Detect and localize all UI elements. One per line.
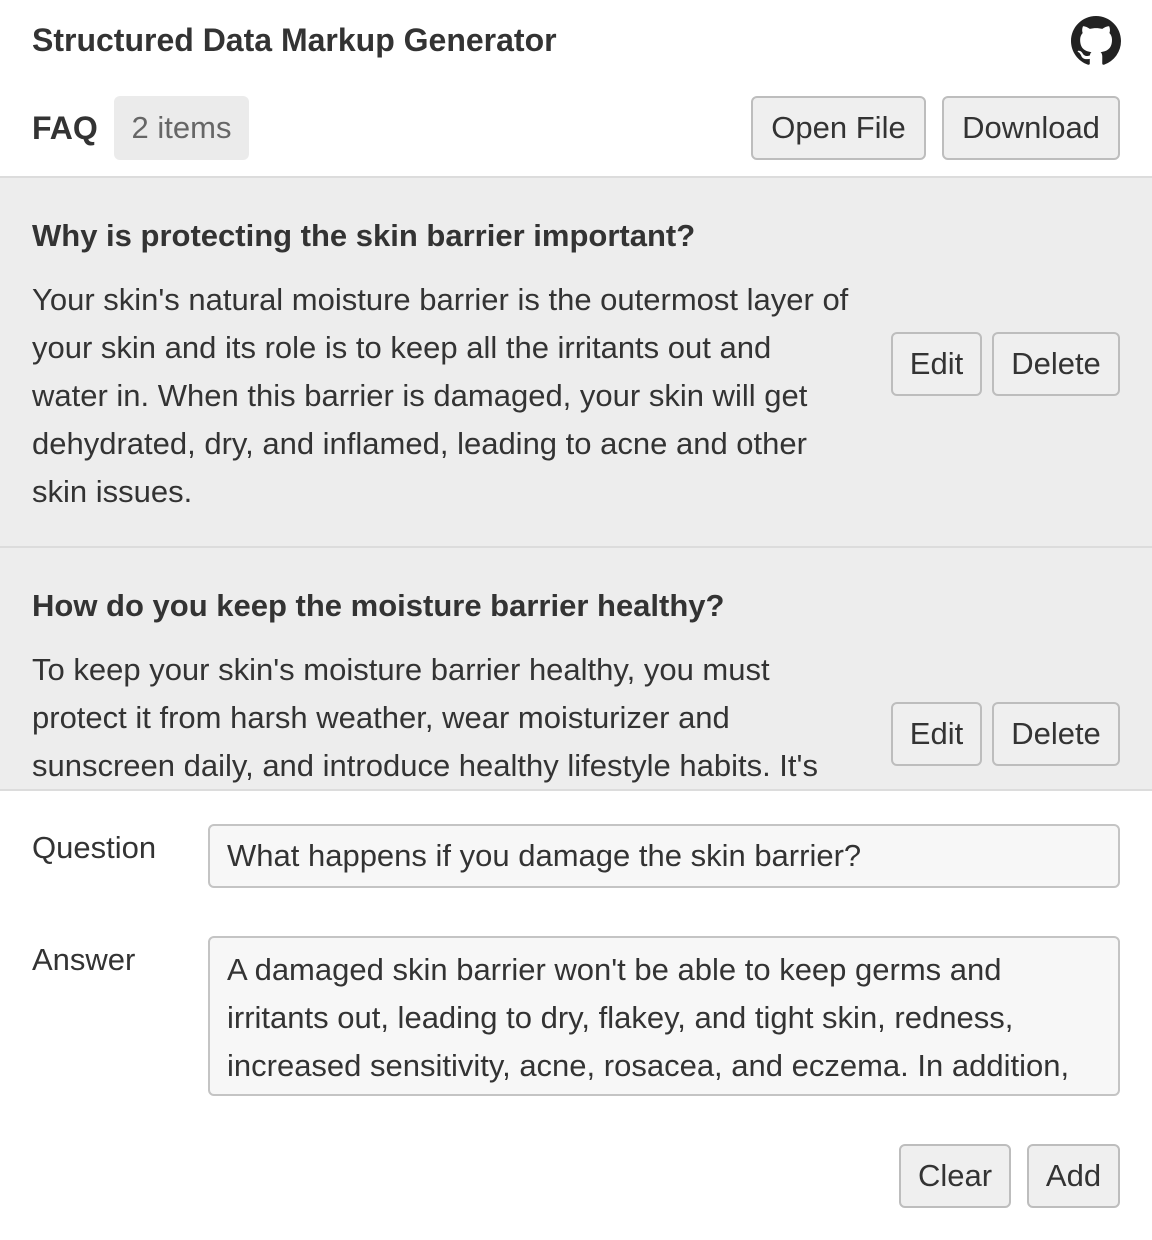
faq-question: Why is protecting the skin barrier impor… [32,218,696,253]
item-count-badge: 2 items [114,96,249,160]
question-label: Question [32,830,157,865]
download-button[interactable]: Download [942,96,1120,160]
toolbar: FAQ 2 items Open File Download [0,96,1152,160]
edit-button[interactable]: Edit [891,702,982,766]
faq-item: Why is protecting the skin barrier impor… [0,178,1152,548]
faq-question: How do you keep the moisture barrier hea… [32,588,725,623]
answer-textarea[interactable]: A damaged skin barrier won't be able to … [208,936,1120,1096]
clear-button[interactable]: Clear [899,1144,1011,1208]
delete-button[interactable]: Delete [992,332,1120,396]
github-icon[interactable] [1071,16,1121,66]
faq-item: How do you keep the moisture barrier hea… [0,548,1152,789]
question-input[interactable] [208,824,1120,888]
add-button[interactable]: Add [1027,1144,1120,1208]
app-title: Structured Data Markup Generator [32,22,557,58]
delete-button[interactable]: Delete [992,702,1120,766]
answer-label: Answer [32,942,136,977]
faq-answer: Your skin's natural moisture barrier is … [32,282,849,509]
faq-list[interactable]: Why is protecting the skin barrier impor… [0,176,1152,791]
section-label: FAQ [32,110,98,146]
edit-button[interactable]: Edit [891,332,982,396]
faq-answer: To keep your skin's moisture barrier hea… [32,652,818,783]
open-file-button[interactable]: Open File [751,96,926,160]
